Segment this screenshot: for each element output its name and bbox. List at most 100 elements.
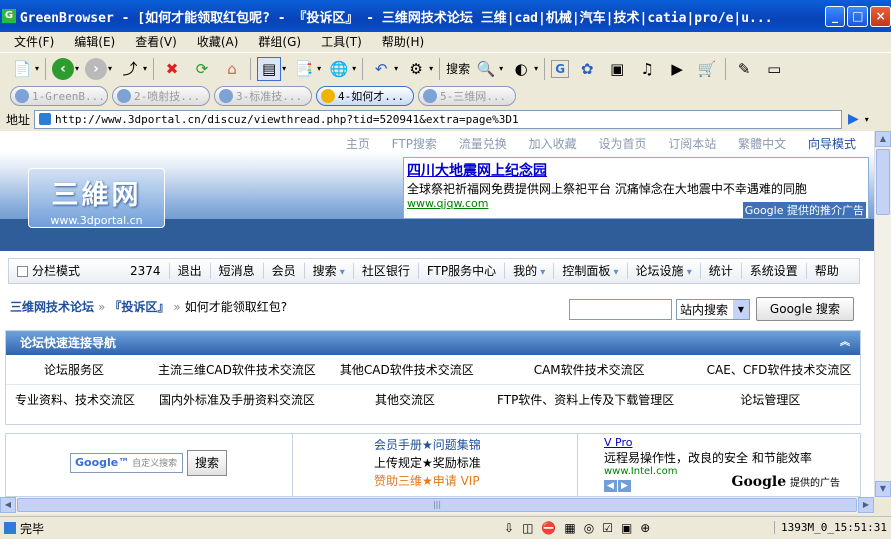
tab-3[interactable]: 3-标准技... [214,86,312,106]
menu-favorites[interactable]: 收藏(A) [197,33,239,50]
nav-messages[interactable]: 短消息 [211,263,264,279]
quick-link[interactable]: FTP软件、资料上传及下载管理区 [497,391,674,408]
site-logo[interactable]: 三維网 www.3dportal.cn [28,168,165,228]
baidu-paw-icon[interactable]: ✿ [575,57,599,81]
quick-link[interactable]: 论坛服务区 [44,361,104,378]
nav-bank[interactable]: 社区银行 [354,263,419,279]
up-icon[interactable]: ⤴ [118,57,142,81]
javascript-icon[interactable]: ☑ [602,521,613,535]
tab-2[interactable]: 2-喷射技... [112,86,210,106]
nav-settings[interactable]: 系统设置 [742,263,807,279]
favorites-dropdown-icon[interactable]: ▾ [282,64,286,73]
scroll-down-icon[interactable]: ▼ [875,481,891,497]
back-icon[interactable]: ‹ [52,57,75,80]
quick-link[interactable]: CAM软件技术交流区 [534,361,645,378]
split-mode-checkbox[interactable] [17,265,28,277]
tools-icon[interactable]: ⚙ [404,57,428,81]
member-handbook-link[interactable]: 会员手册★问题集锦 [374,436,481,454]
scroll-up-icon[interactable]: ▲ [875,131,891,147]
nav-stats[interactable]: 统计 [701,263,742,279]
up-dropdown-icon[interactable]: ▾ [143,64,147,73]
topnav-set-home-link[interactable]: 设为首页 [598,137,646,151]
menu-group[interactable]: 群组(G) [258,33,301,50]
scroll-right-icon[interactable]: ▶ [858,497,874,513]
image-icon[interactable]: ▣ [605,57,629,81]
ad-next-icon[interactable]: ▶ [618,480,631,492]
menu-help[interactable]: 帮助(H) [382,33,424,50]
topnav-ftp-search-link[interactable]: FTP搜索 [392,137,437,151]
home-icon[interactable]: ⌂ [220,57,244,81]
chevron-down-icon[interactable]: ▼ [733,299,749,319]
topnav-guide-mode-link[interactable]: 向导模式 [808,137,856,151]
ad-prev-icon[interactable]: ◀ [604,480,617,492]
horizontal-scrollbar[interactable]: ◀ ||| ▶ [0,497,874,514]
nav-my[interactable]: 我的 [505,263,555,279]
close-button[interactable]: × [870,5,891,27]
undo-dropdown-icon[interactable]: ▾ [394,64,398,73]
quick-link[interactable]: 专业资料、技术交流区 [15,391,135,408]
menu-tools[interactable]: 工具(T) [321,33,362,50]
tools-dropdown-icon[interactable]: ▾ [429,64,433,73]
banner-ad[interactable]: 四川大地震网上纪念园 全球祭祀祈福网免费提供网上祭祀平台 沉痛悼念在大地震中不幸… [403,157,869,219]
nav-help[interactable]: 帮助 [807,263,847,279]
quick-link[interactable]: 其他CAD软件技术交流区 [340,361,474,378]
custom-search-input[interactable]: Google™ 自定义搜索 [70,453,183,473]
menu-file[interactable]: 文件(F) [14,33,54,50]
minimize-button[interactable]: _ [824,5,846,27]
quick-link[interactable]: 论坛管理区 [740,391,800,408]
globe-icon[interactable]: 🌐 [327,57,351,81]
sponsor-vip-link[interactable]: 赞助三维★申请 VIP [374,472,481,490]
back-dropdown-icon[interactable]: ▾ [75,64,79,73]
forward-dropdown-icon[interactable]: ▾ [108,64,112,73]
topnav-bookmark-link[interactable]: 加入收藏 [529,137,577,151]
upload-rules-link[interactable]: 上传规定★奖励标准 [374,454,481,472]
search-options-dropdown-icon[interactable]: ▾ [534,64,538,73]
favorites-panel-icon[interactable]: ▤ [257,56,282,81]
google-icon[interactable]: G [551,59,570,78]
globe-dropdown-icon[interactable]: ▾ [352,64,356,73]
topnav-home-link[interactable]: 主页 [346,137,370,151]
undo-close-icon[interactable]: ↶ [369,57,393,81]
horizontal-scroll-thumb[interactable]: ||| [17,498,857,512]
search-engine-dropdown-icon[interactable]: ▾ [499,64,503,73]
breadcrumb-forum[interactable]: 三维网技术论坛 [10,300,94,314]
refresh-icon[interactable]: ⟳ [190,57,214,81]
cookie-icon[interactable]: ◎ [584,521,594,535]
custom-search-button[interactable]: 搜索 [187,450,227,476]
stop-icon[interactable]: ✖ [160,57,184,81]
new-dropdown-icon[interactable]: ▾ [35,64,39,73]
address-input[interactable]: http://www.3dportal.cn/discuz/viewthread… [34,109,843,129]
ad-attribution[interactable]: Google 提供的推介广告 [742,202,866,218]
maximize-button[interactable]: □ [847,5,869,27]
tab-1[interactable]: 1-GreenB... [10,86,108,106]
image-toggle-icon[interactable]: ▣ [621,521,632,535]
nav-search[interactable]: 搜索 [305,263,354,279]
greenbrowser-app-icon[interactable]: G [2,9,16,23]
tab-5[interactable]: 5-三维网... [418,86,516,106]
new-page-icon[interactable]: 📄 [10,57,34,81]
highlight-icon[interactable]: ✎ [732,57,756,81]
scroll-left-icon[interactable]: ◀ [0,497,16,513]
group-icon[interactable]: 📑 [292,57,316,81]
nav-control-panel[interactable]: 控制面板 [554,263,628,279]
music-icon[interactable]: ♫ [635,57,659,81]
group-dropdown-icon[interactable]: ▾ [317,64,321,73]
proxy-icon[interactable]: ▦ [564,521,575,535]
breadcrumb-section[interactable]: 『投诉区』 [109,300,169,314]
vertical-scrollbar[interactable]: ▲ ▼ [874,131,891,497]
video-icon[interactable]: ▶ [665,57,689,81]
vertical-scroll-thumb[interactable] [876,149,890,215]
topnav-traditional-link[interactable]: 繁體中文 [738,137,786,151]
search-engine-icon[interactable]: 🔍 [474,57,498,81]
split-mode-toggle[interactable]: 分栏模式 [9,263,88,279]
quick-link[interactable]: CAE、CFD软件技术交流区 [707,361,852,378]
search-scope-select[interactable]: 站内搜索 ▼ [676,298,750,320]
collapse-icon[interactable]: ︽ [840,331,850,355]
nav-user-id[interactable]: 2374 [122,263,170,279]
find-icon[interactable]: ▭ [762,57,786,81]
popup-block-icon[interactable]: ⛔ [541,521,556,535]
menu-view[interactable]: 查看(V) [135,33,177,50]
shopping-cart-icon[interactable]: 🛒 [695,57,719,81]
google-search-button[interactable]: Google 搜索 [756,297,854,321]
intel-ad-title[interactable]: V Pro [604,436,854,449]
